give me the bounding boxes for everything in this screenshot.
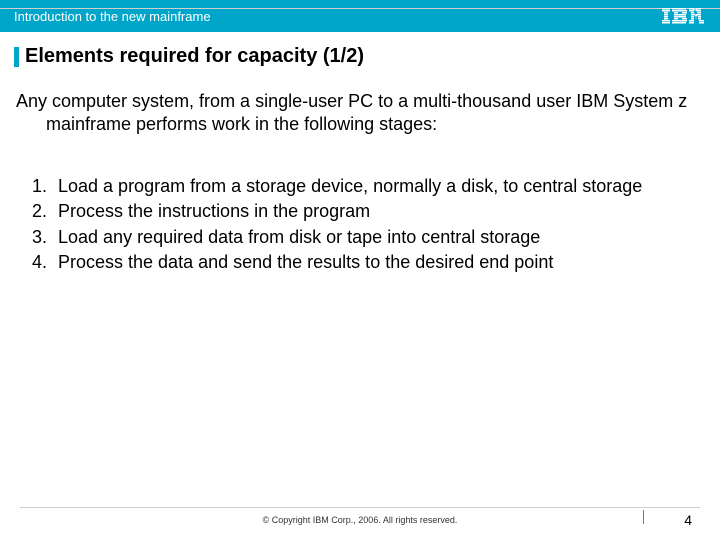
list-item: 4. Process the data and send the results… (32, 251, 706, 274)
page-number: 4 (684, 512, 700, 528)
list-number: 2. (32, 200, 58, 223)
list-text: Load any required data from disk or tape… (58, 226, 706, 249)
header-title: Introduction to the new mainframe (14, 9, 211, 24)
ordered-list: 1. Load a program from a storage device,… (14, 175, 706, 275)
intro-paragraph: Any computer system, from a single-user … (14, 90, 706, 137)
footer: © Copyright IBM Corp., 2006. All rights … (0, 507, 720, 528)
header-bar: Introduction to the new mainframe (0, 0, 720, 32)
copyright-text: © Copyright IBM Corp., 2006. All rights … (263, 515, 458, 525)
intro-text: Any computer system, from a single-user … (16, 90, 706, 137)
list-item: 3. Load any required data from disk or t… (32, 226, 706, 249)
list-number: 1. (32, 175, 58, 198)
slide-title: Elements required for capacity (1/2) (25, 45, 364, 68)
title-row: Elements required for capacity (1/2) (14, 45, 706, 68)
title-section: Elements required for capacity (1/2) (0, 45, 720, 68)
ibm-logo-icon (662, 8, 706, 24)
list-text: Load a program from a storage device, no… (58, 175, 706, 198)
title-accent-bar (14, 47, 19, 67)
list-item: 1. Load a program from a storage device,… (32, 175, 706, 198)
list-text: Process the instructions in the program (58, 200, 706, 223)
footer-divider (20, 507, 700, 508)
list-number: 3. (32, 226, 58, 249)
page-divider (643, 510, 644, 524)
content-area: Any computer system, from a single-user … (0, 90, 720, 274)
list-item: 2. Process the instructions in the progr… (32, 200, 706, 223)
footer-row: © Copyright IBM Corp., 2006. All rights … (20, 512, 700, 528)
list-text: Process the data and send the results to… (58, 251, 706, 274)
list-number: 4. (32, 251, 58, 274)
